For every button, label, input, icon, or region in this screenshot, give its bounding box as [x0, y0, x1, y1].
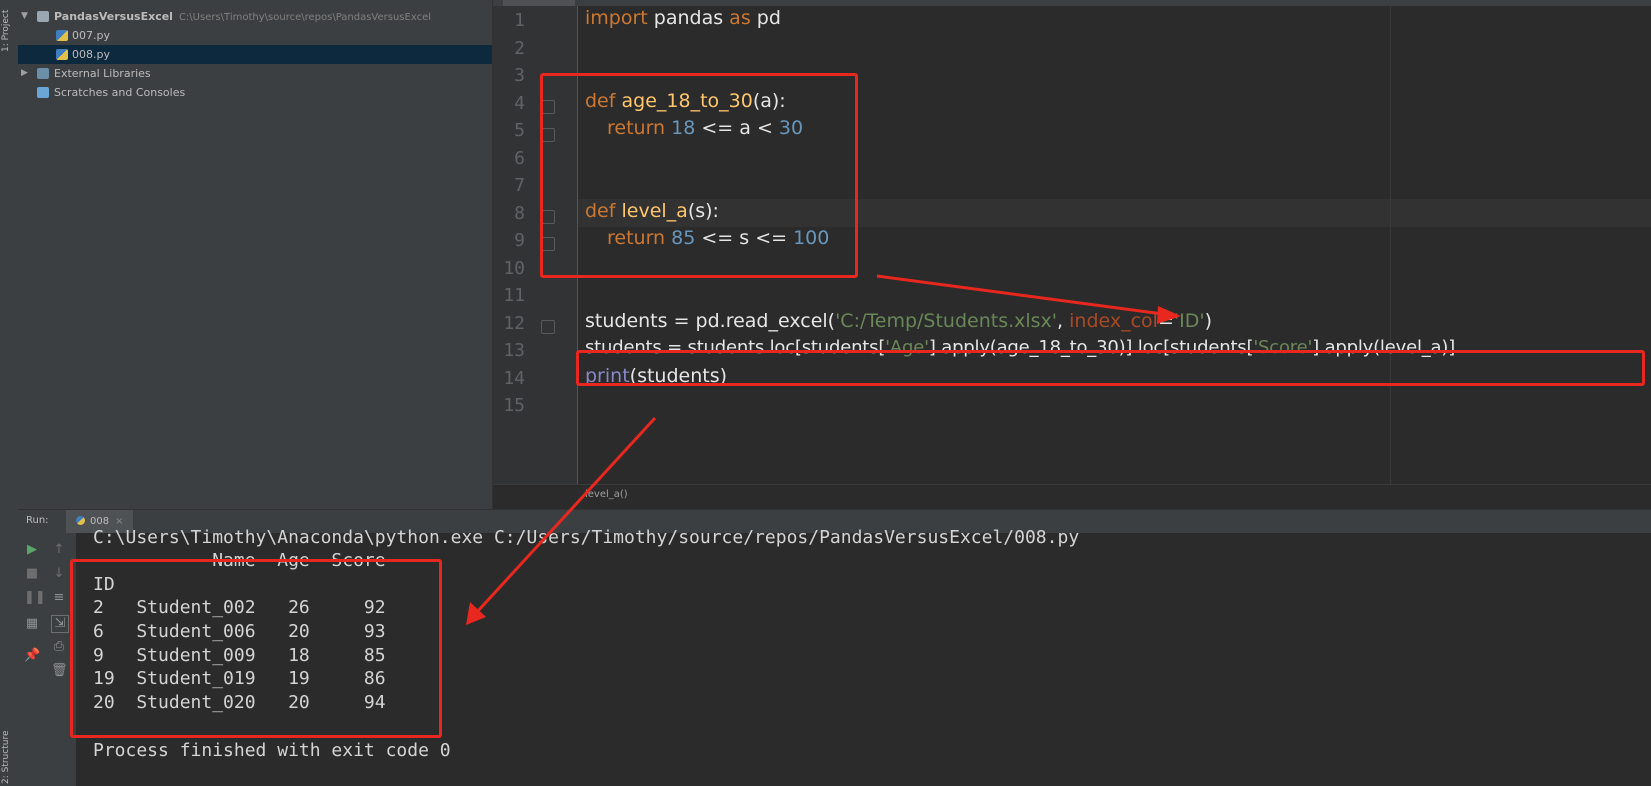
scroll-down-icon[interactable]: ↓: [51, 566, 67, 582]
line-number: 6: [514, 148, 525, 169]
project-name: PandasVersusExcel: [54, 10, 173, 23]
line-number: 12: [503, 313, 525, 334]
code-line-12: students = pd.read_excel('C:/Temp/Studen…: [585, 310, 1212, 332]
scroll-up-icon[interactable]: ↑: [51, 542, 67, 558]
line-number: 9: [514, 230, 525, 251]
fold-marker-icon[interactable]: [541, 320, 555, 334]
tree-item-label: External Libraries: [54, 67, 151, 80]
breadcrumb-bar: level_a(): [493, 484, 1651, 510]
line-number: 7: [514, 175, 525, 196]
scratches-icon: [37, 87, 49, 98]
rerun-icon[interactable]: ▶: [24, 542, 40, 558]
annotation-box-filter-line: [576, 350, 1645, 386]
line-number: 5: [514, 120, 525, 141]
left-tool-strip: 1: Project 2: Structure: [0, 0, 19, 786]
console-command-line: C:\Users\Timothy\Anaconda\python.exe C:/…: [93, 527, 1080, 548]
annotation-box-output-table: [70, 559, 442, 738]
line-number: 8: [514, 203, 525, 224]
run-toolbar: ▶ ■ ❚❚ ▦ 📌 ↑ ↓ ≡ ⇲ ⎙ 🗑: [18, 533, 76, 786]
tree-item-label: 008.py: [72, 48, 110, 61]
tree-item-external-libraries[interactable]: ▶ External Libraries: [18, 64, 492, 83]
line-number: 15: [503, 395, 525, 416]
line-number: 14: [503, 368, 525, 389]
tree-item-file[interactable]: 007.py: [18, 26, 492, 45]
print-icon[interactable]: ⎙: [51, 639, 67, 655]
tree-item-scratches[interactable]: Scratches and Consoles: [18, 83, 492, 102]
line-number: 1: [514, 10, 525, 31]
structure-tool-tab[interactable]: 2: Structure: [1, 718, 17, 785]
stop-icon[interactable]: ■: [24, 566, 40, 582]
tree-item-file-selected[interactable]: 008.py: [18, 45, 492, 64]
python-run-icon: [76, 516, 85, 525]
tree-item-label: 007.py: [72, 29, 110, 42]
python-file-icon: [56, 30, 68, 41]
line-number: 3: [514, 65, 525, 86]
layout-icon[interactable]: ▦: [24, 616, 40, 632]
soft-wrap-icon[interactable]: ≡: [51, 590, 67, 606]
collapse-arrow-icon[interactable]: ▶: [21, 64, 31, 83]
annotation-box-functions: [540, 73, 858, 278]
python-file-icon: [56, 49, 68, 60]
library-icon: [37, 68, 49, 79]
line-number: 4: [514, 93, 525, 114]
run-label: Run:: [26, 515, 49, 526]
tree-item-label: Scratches and Consoles: [54, 86, 186, 99]
pause-icon[interactable]: ❚❚: [24, 590, 46, 606]
expand-arrow-icon[interactable]: ▼: [21, 7, 31, 26]
scroll-to-end-icon[interactable]: ⇲: [51, 615, 69, 633]
line-number: 13: [503, 340, 525, 361]
project-path: C:\Users\Timothy\source\repos\PandasVers…: [178, 12, 432, 23]
line-number: 10: [503, 258, 525, 279]
console-exit-message: Process finished with exit code 0: [93, 740, 451, 761]
project-tree-panel: ▼ PandasVersusExcel C:\Users\Timothy\sour…: [18, 0, 493, 509]
trash-icon[interactable]: 🗑: [51, 663, 68, 679]
folder-icon: [37, 11, 49, 22]
pin-icon[interactable]: 📌: [24, 648, 40, 664]
line-number: 2: [514, 38, 525, 59]
breadcrumb[interactable]: level_a(): [585, 489, 628, 500]
tree-item-project-root[interactable]: ▼ PandasVersusExcel C:\Users\Timothy\sour…: [18, 7, 492, 26]
code-line-1: import pandas as pd: [585, 7, 781, 29]
project-tool-tab[interactable]: 1: Project: [1, 2, 17, 52]
line-number: 11: [503, 285, 525, 306]
right-margin-guide: [1390, 6, 1391, 484]
